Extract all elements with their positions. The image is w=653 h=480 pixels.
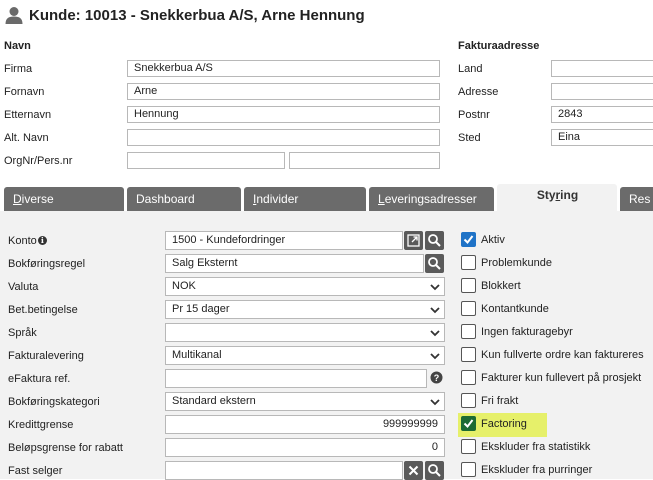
chevron-down-icon xyxy=(430,353,440,360)
problemkunde-checkbox[interactable] xyxy=(461,255,476,270)
search-icon xyxy=(428,257,441,270)
external-link-icon xyxy=(407,234,420,247)
ingen-fakturagebyr-label: Ingen fakturagebyr xyxy=(481,326,573,338)
kredittgrense-label: Kredittgrense xyxy=(8,419,74,431)
land-input[interactable] xyxy=(551,60,653,77)
fornavn-label: Fornavn xyxy=(4,86,45,98)
chevron-down-icon xyxy=(430,284,440,291)
bokforingsregel-search-button[interactable] xyxy=(425,254,444,273)
ekskluder-statistikk-checkbox[interactable] xyxy=(461,439,476,454)
firma-input[interactable]: Snekkerbua A/S xyxy=(127,60,440,77)
pers-nr-input[interactable] xyxy=(289,152,440,169)
efaktura-ref-label: eFaktura ref. xyxy=(8,373,71,385)
kontantkunde-checkbox[interactable] xyxy=(461,301,476,316)
etternavn-input[interactable]: Hennung xyxy=(127,106,440,123)
bokforingskategori-select[interactable]: Standard ekstern xyxy=(165,392,445,411)
adresse-input[interactable] xyxy=(551,83,653,100)
alt-navn-label: Alt. Navn xyxy=(4,132,49,144)
land-label: Land xyxy=(458,63,483,75)
konto-label: Konto ℹ xyxy=(8,235,47,247)
aktiv-checkbox[interactable] xyxy=(461,232,476,247)
search-icon xyxy=(428,234,441,247)
fri-frakt-label: Fri frakt xyxy=(481,395,519,407)
clear-button[interactable] xyxy=(404,461,423,480)
alt-navn-input[interactable] xyxy=(127,129,440,146)
info-icon[interactable]: ℹ xyxy=(37,236,47,245)
konto-search-button[interactable] xyxy=(425,231,444,250)
checkmark-icon xyxy=(463,235,474,245)
svg-text:?: ? xyxy=(434,373,440,383)
help-icon[interactable]: ? xyxy=(430,371,443,384)
fast-selger-label: Fast selger xyxy=(8,465,63,477)
sprak-label: Språk xyxy=(8,327,37,339)
chevron-down-icon xyxy=(430,307,440,314)
ekskluder-statistikk-label: Ekskluder fra statistikk xyxy=(481,441,591,453)
adresse-label: Adresse xyxy=(458,86,499,98)
close-icon xyxy=(408,465,419,476)
postnr-input[interactable]: 2843 xyxy=(551,106,653,123)
tab-diverse[interactable]: Diverse xyxy=(4,187,124,211)
tab-dashboard[interactable]: Dashboard xyxy=(127,187,241,211)
fri-frakt-checkbox[interactable] xyxy=(461,393,476,408)
bokforingsregel-label: Bokføringsregel xyxy=(8,258,86,270)
bokforingskategori-label: Bokføringskategori xyxy=(8,396,100,408)
efaktura-ref-input[interactable] xyxy=(165,369,427,388)
blokkert-checkbox[interactable] xyxy=(461,278,476,293)
sprak-select[interactable] xyxy=(165,323,445,342)
konto-input[interactable]: 1500 - Kundefordringer xyxy=(165,231,403,250)
firma-label: Firma xyxy=(4,63,33,75)
blokkert-label: Blokkert xyxy=(481,280,521,292)
tab-bar: Diverse Dashboard Individer Leveringsadr… xyxy=(0,184,653,211)
sted-input[interactable]: Eina xyxy=(551,129,653,146)
belopsgrense-label: Beløpsgrense for rabatt xyxy=(8,442,123,454)
belopsgrense-input[interactable]: 0 xyxy=(165,438,445,457)
checkmark-icon xyxy=(463,419,474,429)
fornavn-input[interactable]: Arne xyxy=(127,83,440,100)
fast-selger-search-button[interactable] xyxy=(425,461,444,480)
fakturalevering-label: Fakturalevering xyxy=(8,350,84,362)
fakturalevering-select[interactable]: Multikanal xyxy=(165,346,445,365)
bet-betingelse-select[interactable]: Pr 15 dager xyxy=(165,300,445,319)
chevron-down-icon xyxy=(430,330,440,337)
fakturaadresse-heading: Fakturaadresse xyxy=(458,40,540,52)
fakturer-kun-fullevert-label: Fakturer kun fullevert på prosjekt xyxy=(481,372,642,384)
kontantkunde-label: Kontantkunde xyxy=(481,303,549,315)
factoring-checkbox[interactable] xyxy=(461,416,476,431)
bet-betingelse-label: Bet.betingelse xyxy=(8,304,78,316)
kun-fullverte-ordre-checkbox[interactable] xyxy=(461,347,476,362)
fast-selger-input[interactable] xyxy=(165,461,403,480)
etternavn-label: Etternavn xyxy=(4,109,52,121)
user-icon xyxy=(5,7,23,24)
bokforingsregel-input[interactable]: Salg Eksternt xyxy=(165,254,424,273)
kredittgrense-input[interactable]: 999999999 xyxy=(165,415,445,434)
sted-label: Sted xyxy=(458,132,481,144)
open-link-button[interactable] xyxy=(404,231,423,250)
ekskluder-purringer-checkbox[interactable] xyxy=(461,462,476,477)
valuta-label: Valuta xyxy=(8,281,39,293)
tab-styring[interactable]: Styring xyxy=(497,184,617,211)
search-icon xyxy=(428,464,441,477)
page-title-text: Kunde: 10013 - Snekkerbua A/S, Arne Henn… xyxy=(29,6,365,24)
page-title: Kunde: 10013 - Snekkerbua A/S, Arne Henn… xyxy=(4,2,365,28)
ingen-fakturagebyr-checkbox[interactable] xyxy=(461,324,476,339)
navn-heading: Navn xyxy=(4,40,31,52)
chevron-down-icon xyxy=(430,399,440,406)
factoring-label: Factoring xyxy=(481,418,527,430)
aktiv-label: Aktiv xyxy=(481,234,505,246)
ekskluder-purringer-label: Ekskluder fra purringer xyxy=(481,464,593,476)
problemkunde-label: Problemkunde xyxy=(481,257,552,269)
tab-res[interactable]: Res xyxy=(620,187,653,211)
orgnr-input[interactable] xyxy=(127,152,285,169)
orgnr-label: OrgNr/Pers.nr xyxy=(4,155,73,167)
tab-leveringsadresser[interactable]: Leveringsadresser xyxy=(369,187,494,211)
kun-fullverte-ordre-label: Kun fullverte ordre kan faktureres xyxy=(481,349,644,361)
tab-individer[interactable]: Individer xyxy=(244,187,366,211)
postnr-label: Postnr xyxy=(458,109,490,121)
valuta-select[interactable]: NOK xyxy=(165,277,445,296)
fakturer-kun-fullevert-checkbox[interactable] xyxy=(461,370,476,385)
